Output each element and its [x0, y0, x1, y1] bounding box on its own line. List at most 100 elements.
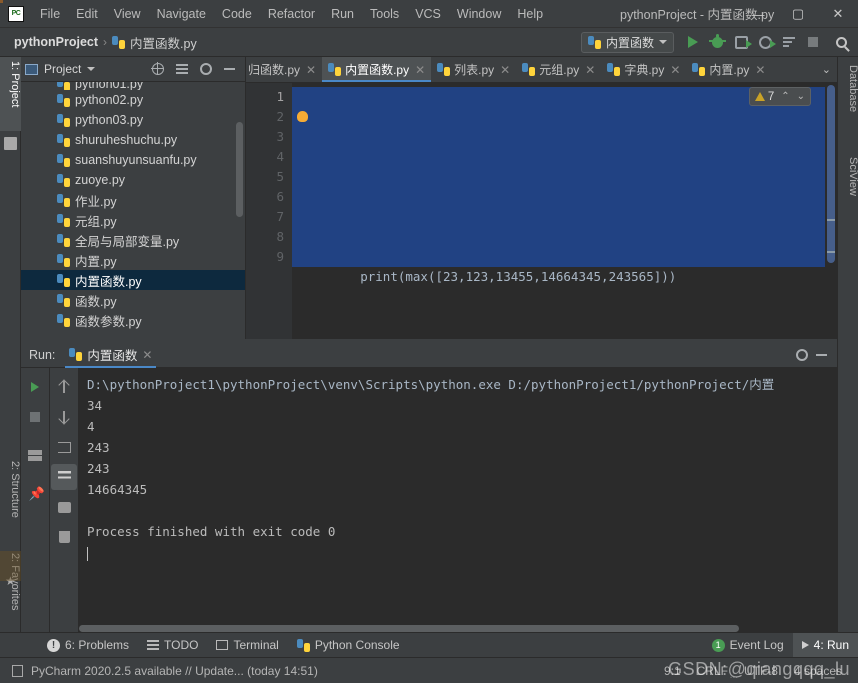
list-item[interactable]: python01.py: [21, 82, 245, 90]
project-tree-scrollbar[interactable]: [236, 122, 243, 217]
menu-item-tools[interactable]: Tools: [362, 3, 407, 25]
update-notification-icon[interactable]: [12, 665, 23, 677]
editor-scrollbar-thumb[interactable]: [827, 85, 835, 263]
sidebar-item-database[interactable]: Database: [838, 61, 858, 135]
list-item[interactable]: suanshuyunsuanfu.py: [21, 150, 245, 170]
list-item[interactable]: 全局与局部变量.py: [21, 230, 245, 250]
console-horizontal-scrollbar[interactable]: [79, 625, 739, 632]
menu-item-view[interactable]: View: [106, 3, 149, 25]
code-editor[interactable]: 1 2 3 4 5 6 7 8 9 # 取绝对值 print(abs(-34))…: [246, 83, 837, 339]
profile-button[interactable]: [754, 31, 776, 53]
search-everywhere-button[interactable]: [830, 31, 852, 53]
down-arrow-button[interactable]: [51, 404, 77, 430]
close-icon[interactable]: ✕: [500, 63, 510, 77]
tab-gui-hanshu[interactable]: 归函数.py ✕: [246, 57, 322, 82]
tab-neizhihanshu[interactable]: 内置函数.py ✕: [322, 57, 431, 82]
menu-item-help[interactable]: Help: [509, 3, 551, 25]
hide-panel-icon[interactable]: [816, 354, 827, 356]
close-icon[interactable]: ✕: [755, 63, 765, 77]
close-icon[interactable]: ✕: [585, 63, 595, 77]
debug-button[interactable]: [706, 31, 728, 53]
maximize-button[interactable]: ▢: [778, 0, 818, 28]
collapse-all-icon[interactable]: [176, 64, 188, 74]
menu-item-run[interactable]: Run: [323, 3, 362, 25]
bottom-item-todo[interactable]: TODO: [138, 633, 207, 658]
list-item[interactable]: 元组.py: [21, 210, 245, 230]
sidebar-item-project[interactable]: 1: Project: [0, 57, 21, 131]
bottom-item-event-log[interactable]: 1 Event Log: [703, 633, 793, 658]
previous-problem-chevron-up-icon[interactable]: ⌃: [781, 91, 789, 102]
up-arrow-button[interactable]: [51, 374, 77, 400]
list-item[interactable]: shuruheshuchu.py: [21, 130, 245, 150]
close-button[interactable]: ✕: [818, 0, 858, 28]
file-encoding[interactable]: UTF-8: [744, 664, 778, 678]
bottom-item-problems[interactable]: ! 6: Problems: [38, 633, 138, 658]
close-icon[interactable]: ✕: [142, 348, 152, 362]
stop-button[interactable]: [22, 404, 48, 430]
code-line[interactable]: print(max([23,123,13455,14664345,243565]…: [292, 247, 837, 267]
pin-tab-button[interactable]: 📌: [22, 480, 48, 506]
editor-problem-marker[interactable]: [827, 251, 835, 253]
sidebar-item-sciview[interactable]: SciView: [838, 153, 858, 219]
list-item-selected[interactable]: 内置函数.py: [21, 270, 245, 290]
editor-problem-marker[interactable]: [827, 219, 835, 221]
menu-item-vcs[interactable]: VCS: [407, 3, 449, 25]
tab-yuanzu[interactable]: 元组.py ✕: [516, 57, 601, 82]
console-output[interactable]: D:\pythonProject1\pythonProject\venv\Scr…: [79, 368, 837, 632]
list-item[interactable]: 作业.py: [21, 190, 245, 210]
list-item[interactable]: 函数.py: [21, 290, 245, 310]
sidebar-item-structure[interactable]: 2: Structure: [0, 457, 21, 543]
bottom-item-run[interactable]: 4: Run: [793, 633, 858, 658]
project-view-chevron-down-icon[interactable]: [87, 67, 95, 71]
menu-item-refactor[interactable]: Refactor: [260, 3, 323, 25]
list-item[interactable]: 内置.py: [21, 250, 245, 270]
next-problem-chevron-down-icon[interactable]: ⌄: [797, 91, 805, 102]
gear-icon[interactable]: [200, 63, 212, 75]
bottom-item-python-console[interactable]: Python Console: [288, 633, 409, 658]
tab-liebiao[interactable]: 列表.py ✕: [431, 57, 516, 82]
tab-zidian[interactable]: 字典.py ✕: [601, 57, 686, 82]
clear-all-button[interactable]: [51, 524, 77, 550]
list-item[interactable]: python03.py: [21, 110, 245, 130]
editor-scrollbar-track[interactable]: [825, 83, 837, 339]
breadcrumb-project[interactable]: pythonProject: [14, 35, 98, 49]
run-tab-neizhihanshu[interactable]: 内置函数 ✕: [61, 342, 160, 368]
code-line[interactable]: print(3**5): [292, 187, 837, 207]
list-item[interactable]: zuoye.py: [21, 170, 245, 190]
status-message[interactable]: PyCharm 2020.2.5 available // Update... …: [31, 664, 318, 678]
scroll-to-end-button[interactable]: [51, 464, 77, 490]
hide-panel-icon[interactable]: [224, 68, 235, 70]
line-separator[interactable]: CRLF: [697, 664, 728, 678]
code-line[interactable]: print(abs(-34)): [292, 107, 837, 127]
list-item[interactable]: 函数参数.py: [21, 310, 245, 330]
code-line[interactable]: print(pow(3,5)) #求3的5次方: [292, 207, 837, 227]
scroll-from-source-icon[interactable]: [152, 63, 164, 75]
code-line[interactable]: # 取参数的近似值，精度与版本有关: [292, 127, 837, 147]
breadcrumb-file[interactable]: 内置函数.py: [130, 33, 197, 52]
close-icon[interactable]: ✕: [306, 63, 316, 77]
gear-icon[interactable]: [796, 349, 808, 361]
close-icon[interactable]: ✕: [670, 63, 680, 77]
soft-wrap-button[interactable]: [51, 434, 77, 460]
run-coverage-button[interactable]: [730, 31, 752, 53]
print-button[interactable]: [51, 494, 77, 520]
tab-list-chevron-down-icon[interactable]: ⌄: [816, 57, 837, 82]
close-icon[interactable]: ✕: [415, 63, 425, 77]
caret-position[interactable]: 9:1: [664, 664, 681, 678]
bottom-item-terminal[interactable]: Terminal: [207, 633, 287, 658]
rerun-button[interactable]: [22, 374, 48, 400]
minimize-button[interactable]: —: [738, 0, 778, 28]
indent-setting[interactable]: 4 spaces: [794, 664, 842, 678]
menu-item-window[interactable]: Window: [449, 3, 509, 25]
project-file-tree[interactable]: python01.py python02.py python03.py shur…: [21, 82, 245, 339]
stop-button[interactable]: [802, 31, 824, 53]
menu-item-file[interactable]: File: [32, 3, 68, 25]
inspection-widget[interactable]: 7 ⌃ ⌄: [749, 87, 811, 106]
code-line[interactable]: # 求次方: [292, 167, 837, 187]
tab-neizhi[interactable]: 内置.py ✕: [686, 57, 771, 82]
run-configuration-selector[interactable]: 内置函数: [581, 32, 674, 53]
run-button[interactable]: [682, 31, 704, 53]
menu-item-navigate[interactable]: Navigate: [149, 3, 214, 25]
menu-item-edit[interactable]: Edit: [68, 3, 106, 25]
list-item[interactable]: python02.py: [21, 90, 245, 110]
